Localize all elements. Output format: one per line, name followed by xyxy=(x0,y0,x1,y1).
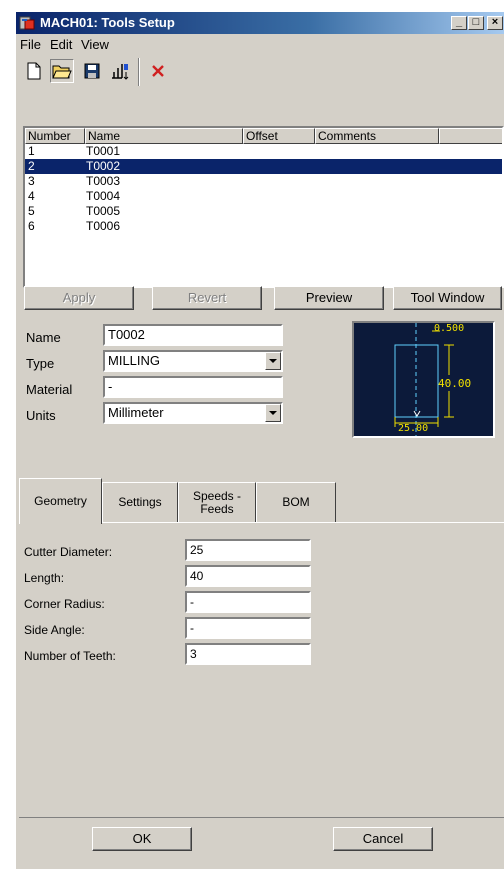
side-angle-field[interactable]: - xyxy=(185,617,311,639)
sort-icon xyxy=(112,64,129,80)
row-number: 6 xyxy=(28,219,35,233)
tab-speeds-feeds-label: Speeds - Feeds xyxy=(192,488,242,516)
tool-window-button[interactable]: Tool Window xyxy=(393,286,502,310)
row-number: 2 xyxy=(28,159,35,173)
menu-bar: File Edit View xyxy=(16,34,504,54)
delete-button[interactable] xyxy=(146,59,170,83)
number-of-teeth-label: Number of Teeth: xyxy=(24,649,116,663)
apply-button[interactable]: Apply xyxy=(24,286,134,310)
open-button[interactable] xyxy=(50,59,74,83)
tab-geometry[interactable]: Geometry xyxy=(19,478,102,524)
row-number: 5 xyxy=(28,204,35,218)
material-label: Material xyxy=(26,382,73,397)
tab-feeds-line: Feeds xyxy=(200,501,234,516)
revert-button[interactable]: Revert xyxy=(152,286,262,310)
name-field[interactable]: T0002 xyxy=(103,324,283,346)
minimize-icon: _ xyxy=(455,16,463,28)
window-title: MACH01: Tools Setup xyxy=(40,15,175,30)
tab-speeds-line: Speeds - xyxy=(192,488,242,503)
chevron-down-icon[interactable] xyxy=(265,352,281,370)
menu-file[interactable]: File xyxy=(20,37,41,52)
maximize-button[interactable]: □ xyxy=(468,16,484,30)
close-icon: × xyxy=(491,16,499,28)
units-select[interactable]: Millimeter xyxy=(103,402,283,424)
row-name: T0005 xyxy=(86,204,121,218)
table-row[interactable]: 6 T0006 xyxy=(25,219,502,234)
minimize-button[interactable]: _ xyxy=(451,16,467,30)
row-name: T0001 xyxy=(86,144,121,158)
preview-button[interactable]: Preview xyxy=(274,286,384,310)
tool-list[interactable]: Number Name Offset Comments 1 T0001 2 T000… xyxy=(23,126,504,288)
save-icon xyxy=(84,63,100,79)
table-row[interactable]: 5 T0005 xyxy=(25,204,502,219)
table-row[interactable]: 3 T0003 xyxy=(25,174,502,189)
save-button[interactable] xyxy=(80,59,104,83)
units-value: Millimeter xyxy=(108,405,164,420)
sort-button[interactable] xyxy=(108,59,132,83)
footer-divider xyxy=(19,817,504,818)
table-row-selected[interactable]: 2 T0002 xyxy=(25,159,502,174)
table-row[interactable]: 1 T0001 xyxy=(25,144,502,159)
row-number: 3 xyxy=(28,174,35,188)
row-name: T0003 xyxy=(86,174,121,188)
corner-radius-field[interactable]: - xyxy=(185,591,311,613)
close-button[interactable]: × xyxy=(487,16,503,30)
row-number: 1 xyxy=(28,144,35,158)
delete-icon xyxy=(152,65,164,77)
tab-speeds-feeds[interactable]: Speeds - Feeds xyxy=(178,482,256,522)
cancel-button[interactable]: Cancel xyxy=(333,827,433,851)
type-label: Type xyxy=(26,356,55,371)
length-label: Length: xyxy=(24,571,65,585)
table-row[interactable]: 4 T0004 xyxy=(25,189,502,204)
material-field[interactable]: - xyxy=(103,376,283,398)
column-number[interactable]: Number xyxy=(25,128,85,144)
tab-settings-label: Settings xyxy=(118,495,162,509)
row-name: T0004 xyxy=(86,189,121,203)
preview-dim-top: 0.500 xyxy=(434,323,465,334)
row-number: 4 xyxy=(28,189,35,203)
toolbar xyxy=(16,56,504,88)
preview-dim-bottom: 25.00 xyxy=(398,423,429,434)
maximize-icon: □ xyxy=(472,16,480,28)
new-icon xyxy=(27,62,41,80)
tool-preview-drawing xyxy=(394,323,454,436)
corner-radius-label: Corner Radius: xyxy=(24,597,105,611)
row-name: T0002 xyxy=(86,159,121,173)
units-label: Units xyxy=(26,408,56,423)
tab-settings[interactable]: Settings xyxy=(102,482,178,522)
number-of-teeth-field[interactable]: 3 xyxy=(185,643,311,665)
cutter-diameter-field[interactable]: 25 xyxy=(185,539,311,561)
tools-setup-window: MACH01: Tools Setup _ □ × File Edit View… xyxy=(15,12,504,869)
app-icon xyxy=(19,16,35,30)
column-comments[interactable]: Comments xyxy=(315,128,439,144)
geometry-panel: Cutter Diameter: 25 Length: 40 Corner Ra… xyxy=(19,522,504,827)
tab-bom-label: BOM xyxy=(282,495,310,509)
tool-preview: 0.500 40.00 25.00 xyxy=(352,321,495,438)
open-folder-icon xyxy=(52,65,72,79)
new-button[interactable] xyxy=(22,59,46,83)
preview-dim-right: 40.00 xyxy=(438,377,472,390)
type-value: MILLING xyxy=(108,353,161,368)
title-bar[interactable]: MACH01: Tools Setup _ □ × xyxy=(16,12,504,34)
column-name[interactable]: Name xyxy=(85,128,243,144)
tab-bom[interactable]: BOM xyxy=(256,482,336,522)
toolbar-separator xyxy=(138,58,140,86)
type-select[interactable]: MILLING xyxy=(103,350,283,372)
row-name: T0006 xyxy=(86,219,121,233)
side-angle-label: Side Angle: xyxy=(24,623,85,637)
chevron-down-icon[interactable] xyxy=(265,404,281,422)
column-offset[interactable]: Offset xyxy=(243,128,315,144)
tab-geometry-label: Geometry xyxy=(34,494,87,508)
column-extra[interactable] xyxy=(439,128,502,144)
ok-button[interactable]: OK xyxy=(92,827,192,851)
menu-view[interactable]: View xyxy=(81,37,109,52)
menu-edit[interactable]: Edit xyxy=(50,37,72,52)
length-field[interactable]: 40 xyxy=(185,565,311,587)
tool-list-header: Number Name Offset Comments xyxy=(25,128,502,144)
name-label: Name xyxy=(26,330,61,345)
cutter-diameter-label: Cutter Diameter: xyxy=(24,545,113,559)
